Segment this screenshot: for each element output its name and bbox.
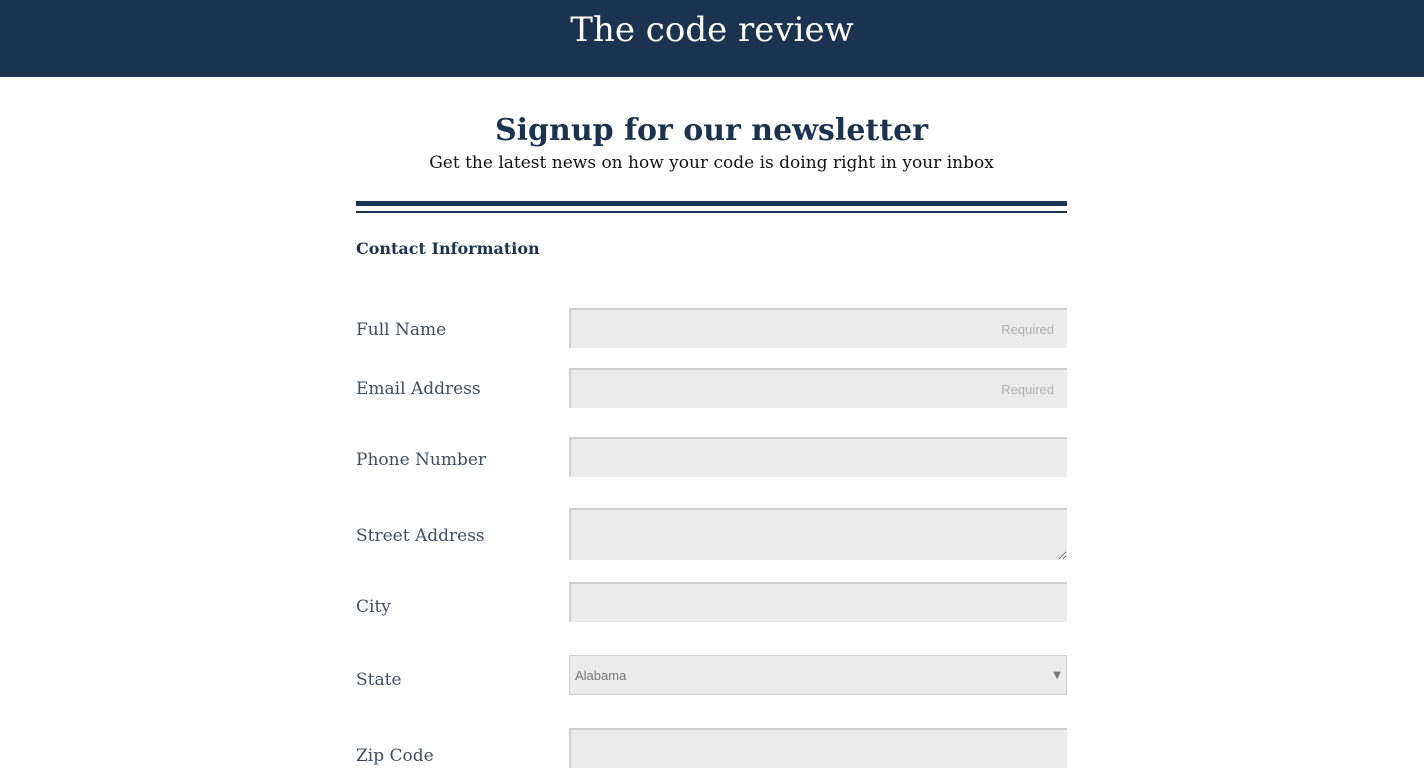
form-subheading: Get the latest news on how your code is … [429, 153, 994, 173]
form-heading: Signup for our newsletter [494, 113, 929, 148]
zip-code-input[interactable] [569, 728, 1067, 768]
section-title-contact: Contact Information [356, 239, 540, 258]
state-select[interactable]: Alabama ▼ [569, 655, 1067, 695]
full-name-input[interactable] [569, 308, 1067, 348]
email-label: Email Address [356, 379, 481, 399]
state-label: State [356, 670, 402, 690]
site-title: The code review [570, 10, 854, 50]
street-address-textarea[interactable] [569, 508, 1067, 560]
state-select-value: Alabama [575, 668, 627, 683]
email-input[interactable] [569, 368, 1067, 408]
chevron-down-icon: ▼ [1053, 670, 1061, 681]
full-name-label: Full Name [356, 320, 447, 340]
phone-label: Phone Number [356, 450, 487, 470]
zip-code-label: Zip Code [356, 746, 434, 766]
street-address-label: Street Address [356, 526, 485, 546]
site-header: The code review [0, 0, 1424, 77]
divider-thick [356, 201, 1067, 206]
phone-input[interactable] [569, 437, 1067, 477]
city-label: City [356, 597, 391, 617]
city-input[interactable] [569, 582, 1067, 622]
divider-thin [356, 211, 1067, 213]
